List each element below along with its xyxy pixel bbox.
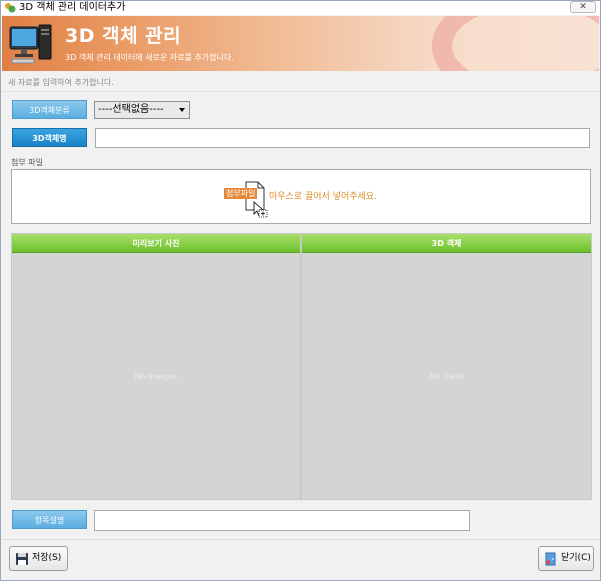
object-name-label: 3D객체명 <box>12 128 87 147</box>
description-label: 항목설명 <box>12 510 87 529</box>
description-input[interactable] <box>94 510 470 531</box>
category-label: 3D객체분류 <box>12 100 87 119</box>
attachment-badge: 첨부파일 <box>224 188 258 199</box>
save-button-label: 저장(S) <box>32 553 62 563</box>
attachment-label: 첨부 파일 <box>11 158 43 167</box>
close-button-label: 닫기(C) <box>561 553 591 563</box>
page-subtitle: 3D 객체 관리 데이터에 새로운 자료를 추가합니다. <box>65 53 234 62</box>
drop-hint-text: 마우스로 끌어서 넣어주세요. <box>269 192 377 202</box>
object-panel-header: 3D 객체 <box>302 234 591 253</box>
close-button[interactable]: 닫기(C) <box>538 546 594 571</box>
category-select-value: ----선택없음---- <box>98 104 164 115</box>
category-select[interactable]: ----선택없음---- <box>94 101 190 119</box>
object-3d-panel: 3D 객체 No Xaml <box>301 233 592 500</box>
object-placeholder: No Xaml <box>429 372 464 381</box>
app-icon <box>5 3 16 13</box>
preview-image-panel: 미리보기 사진 No Images <box>11 233 301 500</box>
close-door-icon <box>545 552 556 566</box>
preview-panel-header: 미리보기 사진 <box>12 234 300 253</box>
title-bar: 3D 객체 관리 데이터추가 ✕ <box>1 1 600 15</box>
chevron-down-icon <box>179 108 185 112</box>
object-name-input[interactable] <box>95 128 590 148</box>
preview-placeholder: No Images <box>134 372 178 381</box>
divider <box>2 91 599 92</box>
page-title: 3D 객체 관리 <box>65 25 182 47</box>
header-decoration <box>432 16 599 71</box>
dialog-window: 3D 객체 관리 데이터추가 ✕ 3D 객체 관리 3D 객체 관리 데이터에 … <box>0 0 601 581</box>
file-drop-icon <box>245 181 268 218</box>
instruction-text: 새 자료를 입력하여 추가합니다. <box>8 78 114 87</box>
window-close-button[interactable]: ✕ <box>570 1 596 13</box>
window-title: 3D 객체 관리 데이터추가 <box>19 2 126 13</box>
footer-divider <box>2 539 599 540</box>
header-banner: 3D 객체 관리 3D 객체 관리 데이터에 새로운 자료를 추가합니다. <box>2 16 599 71</box>
save-icon <box>16 553 28 565</box>
save-button[interactable]: 저장(S) <box>9 546 68 571</box>
computer-icon <box>9 24 52 64</box>
